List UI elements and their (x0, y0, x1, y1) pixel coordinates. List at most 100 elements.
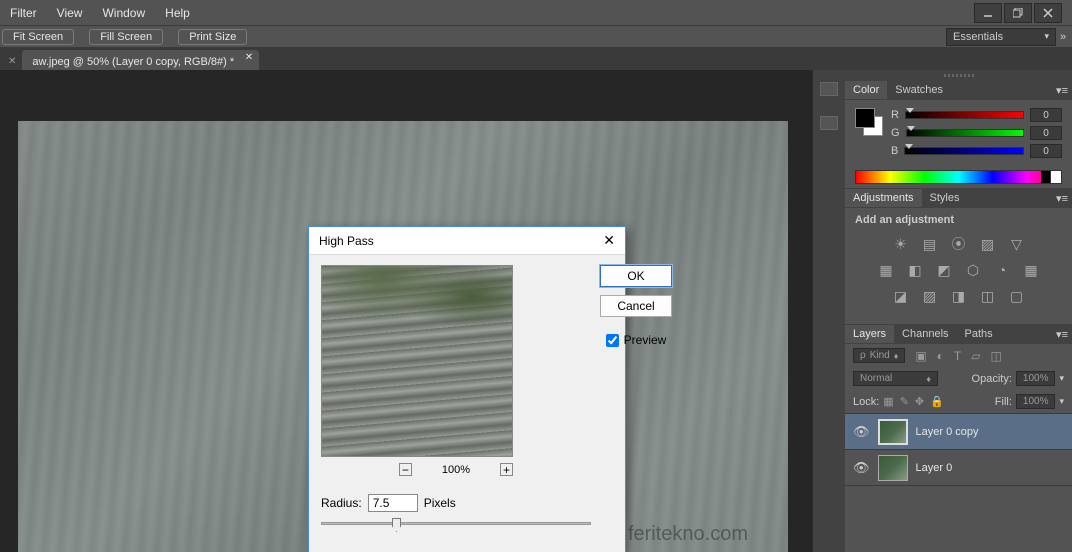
panel-menu-icon[interactable]: ▾≡ (1056, 192, 1068, 205)
close-tab-icon[interactable]: ✕ (245, 52, 253, 63)
r-value[interactable]: 0 (1030, 108, 1062, 122)
fill-screen-button[interactable]: Fill Screen (89, 29, 163, 45)
g-slider[interactable] (906, 129, 1024, 137)
tab-swatches[interactable]: Swatches (887, 81, 951, 99)
panels: Color Swatches ▾≡ R0 G0 B0 Adjustments S… (845, 70, 1072, 552)
close-button[interactable] (1034, 3, 1062, 23)
ok-button[interactable]: OK (600, 265, 672, 287)
fg-color[interactable] (855, 108, 875, 128)
dialog-title: High Pass (319, 234, 374, 248)
cancel-button[interactable]: Cancel (600, 295, 672, 317)
tab-adjustments[interactable]: Adjustments (845, 189, 922, 207)
photo-filter-icon[interactable]: ◩ (936, 262, 952, 278)
adjustments-panel-header: Adjustments Styles ▾≡ (845, 188, 1072, 208)
zoom-in-button[interactable]: + (500, 463, 513, 476)
menu-view[interactable]: View (57, 6, 83, 20)
blend-mode-select[interactable]: Normal♦ (853, 371, 938, 386)
invert-icon[interactable]: ◪ (893, 288, 909, 304)
menu-help[interactable]: Help (165, 6, 190, 20)
slider-thumb[interactable] (392, 518, 401, 532)
lock-move-icon[interactable]: ✥ (915, 395, 924, 408)
b-label: B (891, 145, 898, 157)
filter-shape-icon[interactable]: ▱ (971, 349, 980, 363)
visibility-icon[interactable]: 👁 (853, 424, 870, 440)
fill-label: Fill: (995, 396, 1012, 408)
lock-trans-icon[interactable]: ▦ (883, 395, 893, 408)
radius-slider[interactable] (321, 522, 591, 525)
color-panel-header: Color Swatches ▾≡ (845, 80, 1072, 100)
adjustments-title: Add an adjustment (855, 214, 1062, 226)
curves-icon[interactable]: ⦿ (951, 236, 967, 252)
tab-paths[interactable]: Paths (957, 325, 1001, 343)
close-icon[interactable]: ✕ (8, 56, 16, 67)
filter-preview[interactable] (321, 265, 513, 457)
color-swatch[interactable] (855, 108, 883, 136)
preview-checkbox-input[interactable] (606, 334, 619, 347)
tab-color[interactable]: Color (845, 81, 887, 99)
lock-label: Lock: (853, 396, 879, 408)
workspace-select[interactable]: Essentials▾ (946, 28, 1056, 46)
lookup-icon[interactable]: ◔ (994, 262, 1010, 278)
layer-item[interactable]: 👁 Layer 0 copy (845, 414, 1072, 450)
preview-checkbox[interactable]: Preview (606, 333, 667, 347)
layer-thumbnail[interactable] (878, 455, 908, 481)
g-value[interactable]: 0 (1030, 126, 1062, 140)
brightness-icon[interactable]: ☀ (893, 236, 909, 252)
mixer-icon[interactable]: ⬡ (965, 262, 981, 278)
lock-paint-icon[interactable]: ✎ (900, 395, 909, 408)
posterize-icon[interactable]: ▨ (922, 288, 938, 304)
panel-menu-icon[interactable]: ▾≡ (1056, 328, 1068, 341)
tab-layers[interactable]: Layers (845, 325, 894, 343)
r-label: R (891, 109, 899, 121)
chevron-down-icon[interactable]: ▾ (1059, 373, 1064, 384)
layer-filter-kind[interactable]: ρ Kind ♦ (853, 348, 905, 363)
menu-filter[interactable]: Filter (10, 6, 37, 20)
lock-all-icon[interactable]: 🔒 (930, 395, 944, 408)
layer-item[interactable]: 👁 Layer 0 (845, 450, 1072, 486)
print-size-button[interactable]: Print Size (178, 29, 247, 45)
panel-handle[interactable] (845, 70, 1072, 80)
exposure-icon[interactable]: ▨ (980, 236, 996, 252)
radius-input[interactable] (368, 494, 418, 512)
tab-channels[interactable]: Channels (894, 325, 956, 343)
filter-type-icon[interactable]: T (954, 349, 961, 363)
b-slider[interactable] (904, 147, 1024, 155)
dialog-close-icon[interactable]: ✕ (603, 232, 615, 249)
hue-icon[interactable]: ▦ (878, 262, 894, 278)
restore-button[interactable] (1004, 3, 1032, 23)
zoom-out-button[interactable]: − (399, 463, 412, 476)
filter-image-icon[interactable]: ▣ (915, 349, 926, 363)
r-slider[interactable] (905, 111, 1024, 119)
pixels-label: Pixels (424, 496, 456, 510)
opacity-input[interactable]: 100% (1016, 371, 1056, 386)
tab-styles[interactable]: Styles (922, 189, 968, 207)
selective-icon[interactable]: ▢ (1009, 288, 1025, 304)
expand-icon[interactable]: » (1056, 31, 1070, 43)
document-tab[interactable]: aw.jpeg @ 50% (Layer 0 copy, RGB/8#) * ✕ (22, 50, 259, 70)
grid-icon[interactable]: ▦ (1023, 262, 1039, 278)
dock-strip (812, 70, 845, 552)
fill-input[interactable]: 100% (1016, 394, 1056, 409)
canvas-area[interactable]: F feritekno.com High Pass ✕ − 100% + (0, 70, 812, 552)
levels-icon[interactable]: ▤ (922, 236, 938, 252)
bw-icon[interactable]: ◧ (907, 262, 923, 278)
dock-icon[interactable] (820, 116, 838, 130)
filter-adjust-icon[interactable]: ◐ (937, 349, 944, 363)
fit-screen-button[interactable]: Fit Screen (2, 29, 74, 45)
chevron-down-icon[interactable]: ▾ (1059, 396, 1064, 407)
minimize-button[interactable] (974, 3, 1002, 23)
threshold-icon[interactable]: ◨ (951, 288, 967, 304)
filter-smart-icon[interactable]: ◫ (990, 349, 1001, 363)
dock-icon[interactable] (820, 82, 838, 96)
gradient-icon[interactable]: ◫ (980, 288, 996, 304)
vibrance-icon[interactable]: ▽ (1009, 236, 1025, 252)
panel-menu-icon[interactable]: ▾≡ (1056, 84, 1068, 97)
layer-name[interactable]: Layer 0 copy (916, 426, 979, 438)
b-value[interactable]: 0 (1030, 144, 1062, 158)
menu-window[interactable]: Window (102, 6, 145, 20)
layer-thumbnail[interactable] (878, 419, 908, 445)
document-tabs: ✕ aw.jpeg @ 50% (Layer 0 copy, RGB/8#) *… (0, 48, 1072, 70)
layer-name[interactable]: Layer 0 (916, 462, 953, 474)
visibility-icon[interactable]: 👁 (853, 460, 870, 476)
color-spectrum[interactable] (855, 170, 1062, 184)
